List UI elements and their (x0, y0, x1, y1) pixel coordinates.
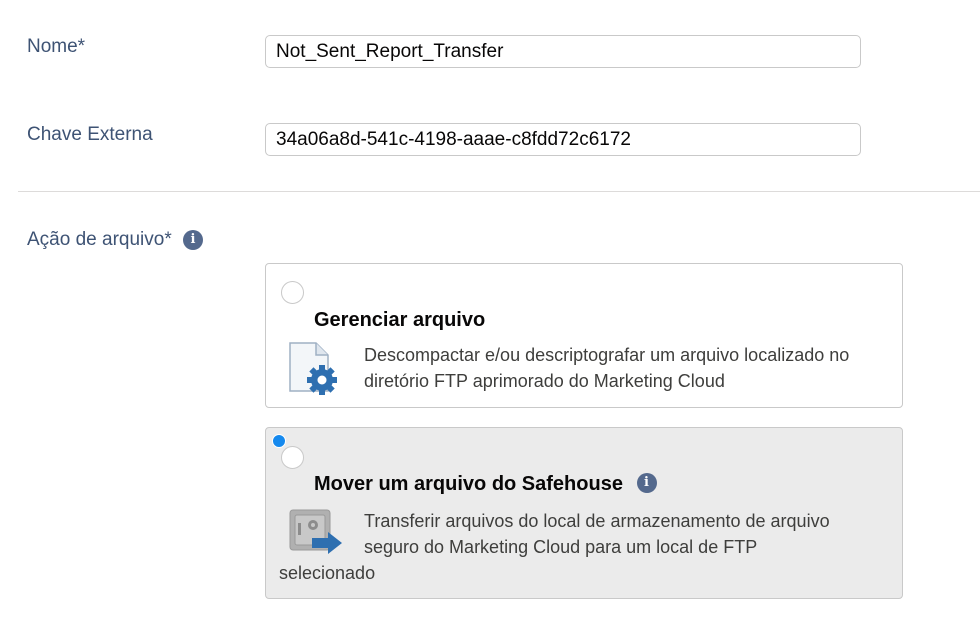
safehouse-radio[interactable] (281, 446, 304, 469)
safehouse-info-icon[interactable]: i (636, 473, 657, 494)
manage-file-description: Descompactar e/ou descriptografar um arq… (364, 345, 850, 391)
radio-selected-dot (272, 434, 286, 448)
file-gear-icon (289, 342, 337, 395)
name-input[interactable] (265, 35, 861, 68)
safehouse-description-line1: Transferir arquivos do local de armazena… (364, 511, 830, 531)
safehouse-description-line2: seguro do Marketing Cloud para um local … (364, 537, 758, 557)
file-action-label-text: Ação de arquivo* (27, 229, 172, 250)
safehouse-title: Mover um arquivo do Safehouse i (314, 473, 657, 496)
info-icon[interactable]: i (183, 229, 203, 250)
safe-transfer-icon (289, 509, 342, 554)
option-safehouse-card[interactable]: Mover um arquivo do Safehouse i Transfer… (265, 427, 903, 599)
manage-file-radio[interactable] (281, 281, 304, 304)
external-key-label: Chave Externa (27, 124, 153, 145)
manage-file-title: Gerenciar arquivo (314, 309, 486, 331)
option-manage-file-card[interactable]: Gerenciar arquivo Descompactar e/ou desc… (265, 263, 903, 408)
name-label: Nome* (27, 36, 86, 57)
external-key-input[interactable] (265, 123, 861, 156)
file-action-label: Ação de arquivo* i (27, 229, 203, 251)
section-divider (18, 191, 980, 192)
safehouse-description-line3: selecionado (279, 563, 376, 583)
safehouse-title-text: Mover um arquivo do Safehouse (314, 473, 623, 495)
